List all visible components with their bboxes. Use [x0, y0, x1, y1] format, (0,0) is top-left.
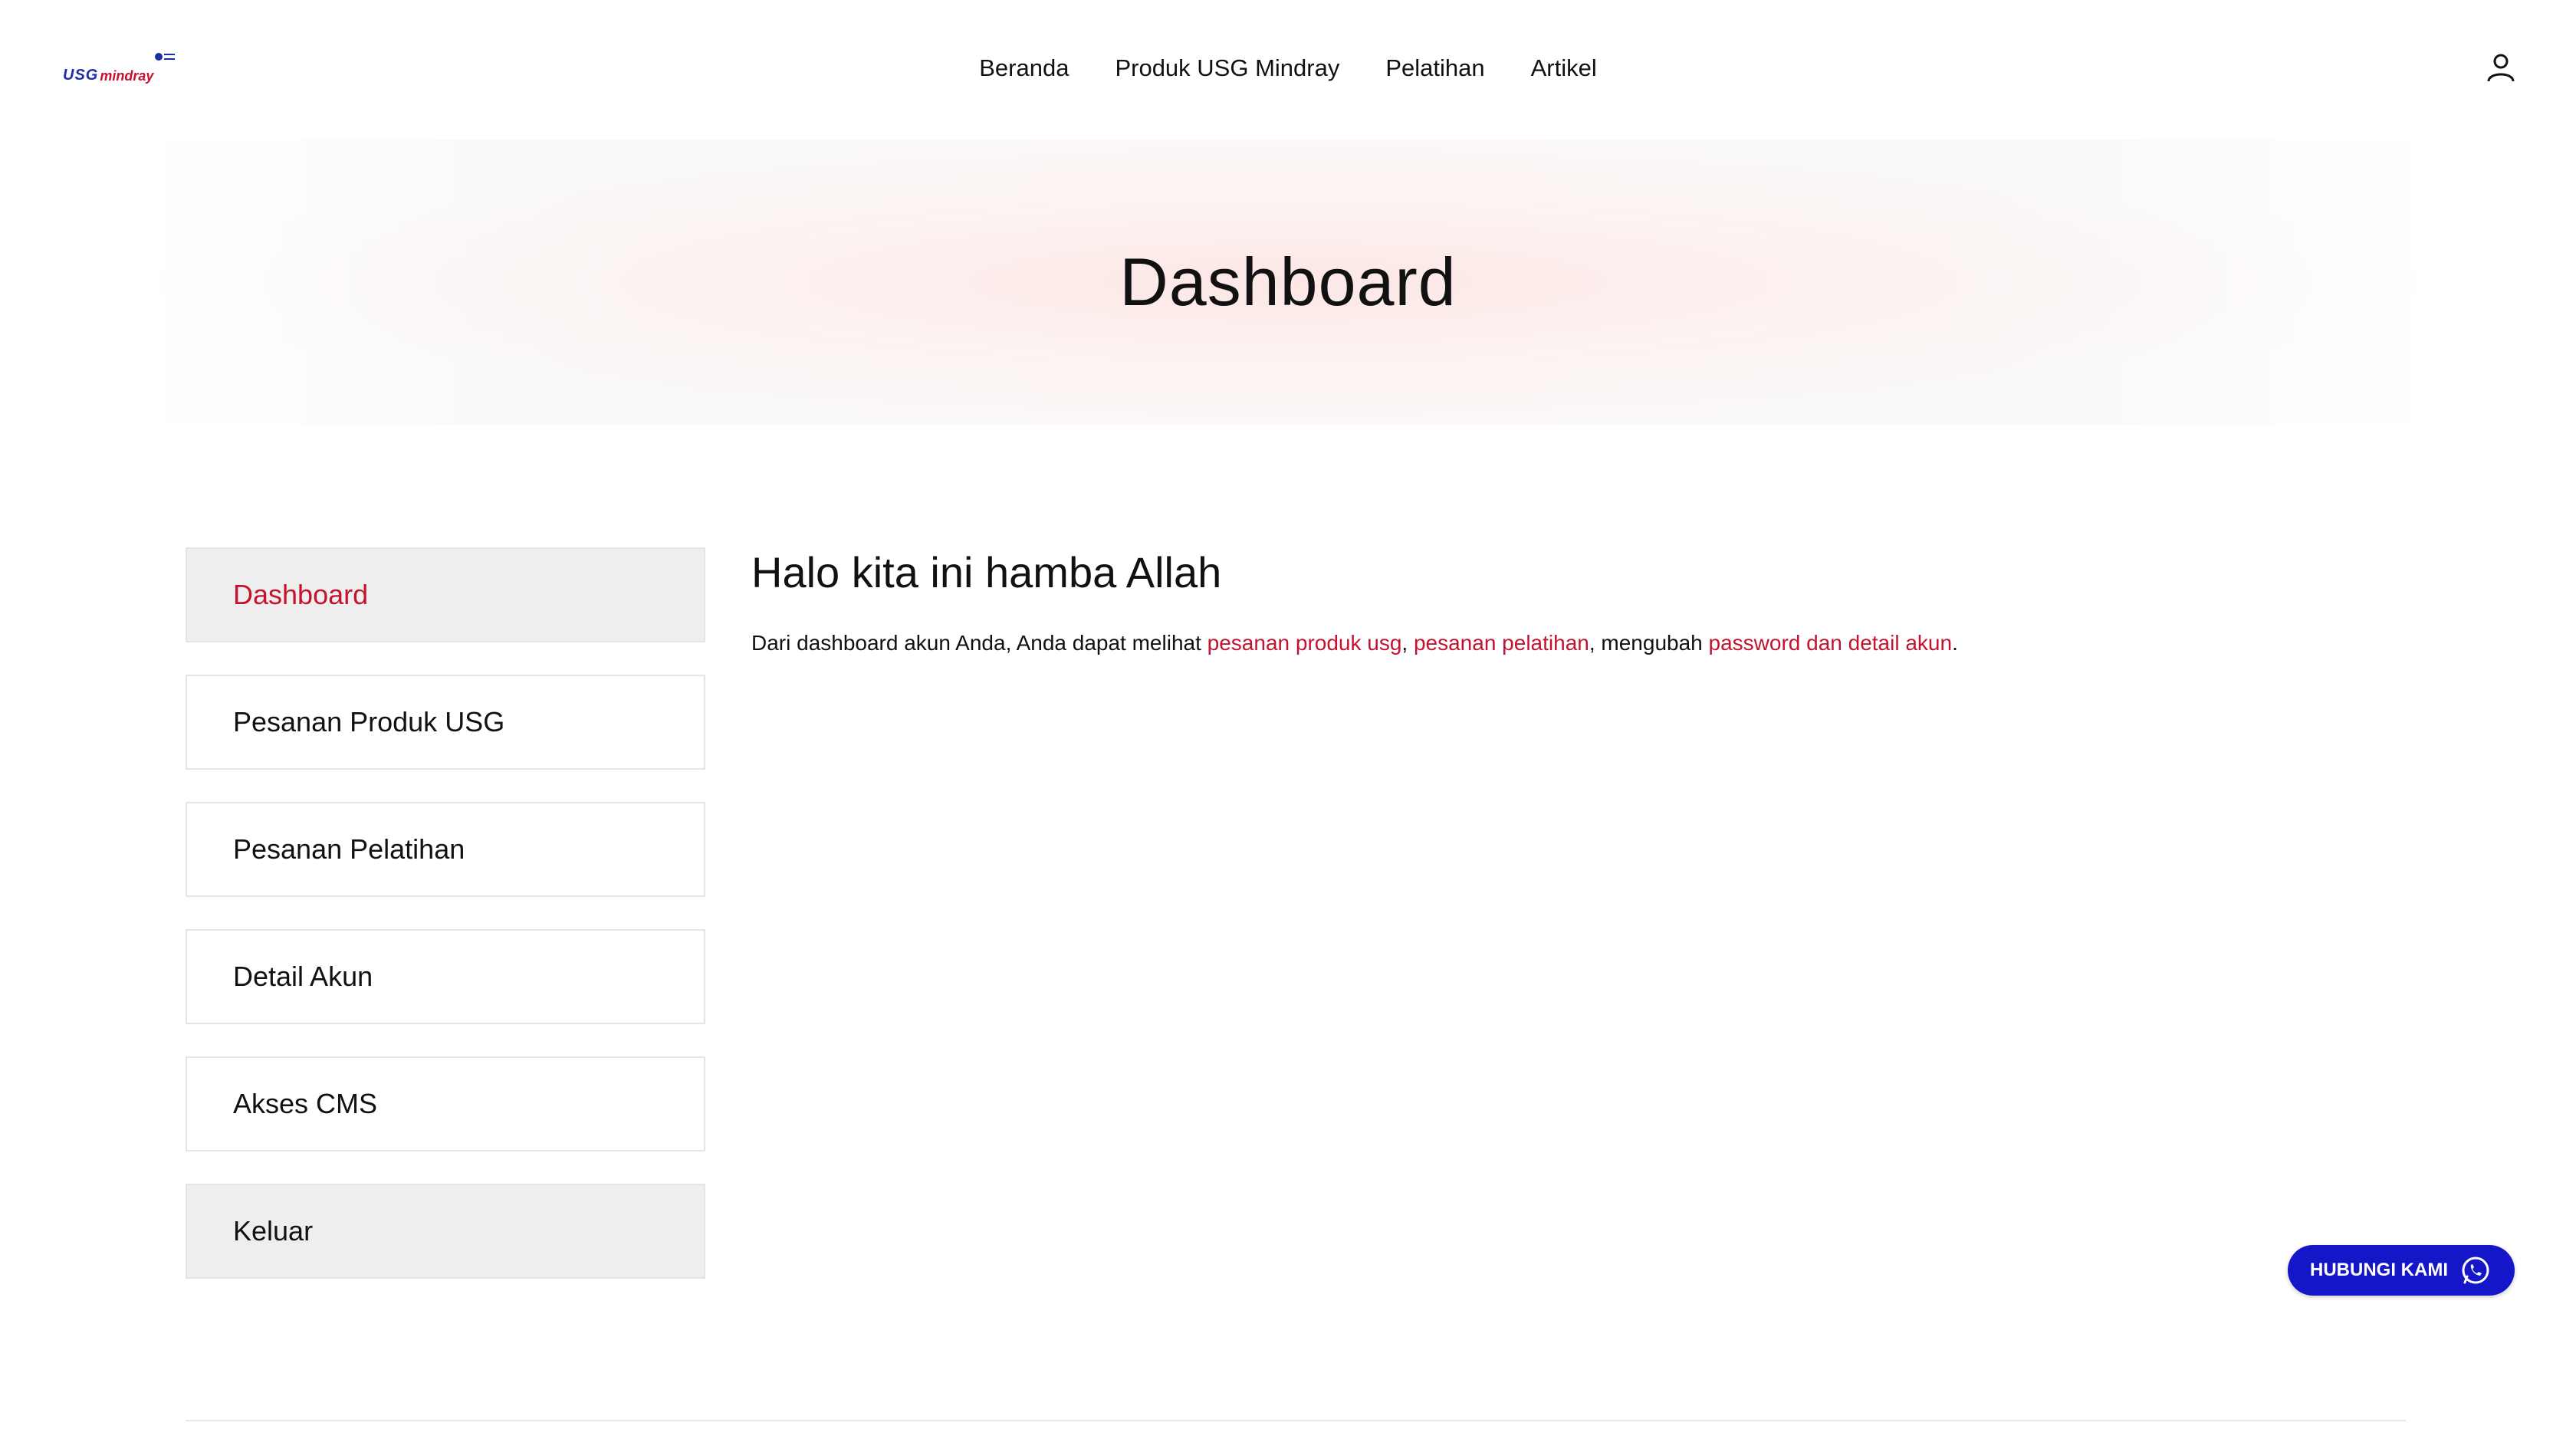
main-nav: Beranda Produk USG Mindray Pelatihan Art…	[0, 0, 2576, 136]
link-pesanan-pelatihan[interactable]: pesanan pelatihan	[1414, 631, 1589, 655]
intro-sep-2: , mengubah	[1589, 631, 1709, 655]
sidebar-item-akses-cms[interactable]: Akses CMS	[186, 1056, 705, 1151]
nav-item-beranda[interactable]: Beranda	[979, 54, 1069, 82]
whatsapp-button-label: HUBUNGI KAMI	[2310, 1260, 2448, 1280]
logo-usg-text: USG	[63, 67, 99, 84]
user-icon[interactable]	[2484, 51, 2518, 84]
nav-item-pelatihan[interactable]: Pelatihan	[1385, 54, 1484, 82]
sidebar-item-pesanan-produk-usg[interactable]: Pesanan Produk USG	[186, 675, 705, 770]
sidebar-item-dashboard[interactable]: Dashboard	[186, 547, 705, 642]
logo-badge-icon	[155, 52, 176, 61]
link-password-detail-akun[interactable]: password dan detail akun	[1709, 631, 1953, 655]
brand-logo[interactable]: USG mindray	[63, 51, 178, 84]
page-hero: Dashboard	[138, 140, 2438, 425]
logo-mindray-text: mindray	[100, 68, 154, 84]
whatsapp-icon	[2462, 1257, 2489, 1284]
page: USG mindray Beranda Produk USG Mindray P…	[0, 0, 2576, 1429]
whatsapp-contact-button[interactable]: HUBUNGI KAMI	[2288, 1245, 2515, 1296]
dashboard-content: Halo kita ini hamba Allah Dari dashboard…	[751, 547, 2438, 658]
footer-divider	[186, 1420, 2406, 1421]
sidebar-item-pesanan-pelatihan[interactable]: Pesanan Pelatihan	[186, 802, 705, 897]
intro-suffix: .	[1952, 631, 1958, 655]
intro-text: Dari dashboard akun Anda, Anda dapat mel…	[751, 631, 1208, 655]
nav-item-artikel[interactable]: Artikel	[1531, 54, 1597, 82]
link-pesanan-produk-usg[interactable]: pesanan produk usg	[1208, 631, 1402, 655]
sidebar-item-detail-akun[interactable]: Detail Akun	[186, 929, 705, 1024]
intro-sep-1: ,	[1401, 631, 1414, 655]
nav-item-produk-usg-mindray[interactable]: Produk USG Mindray	[1115, 54, 1339, 82]
greeting-heading: Halo kita ini hamba Allah	[751, 548, 1222, 596]
dashboard-intro: Dari dashboard akun Anda, Anda dapat mel…	[751, 628, 2438, 658]
sidebar-item-keluar[interactable]: Keluar	[186, 1184, 705, 1279]
page-title: Dashboard	[1119, 244, 1457, 320]
account-sidebar: Dashboard Pesanan Produk USG Pesanan Pel…	[186, 547, 705, 1279]
site-header: USG mindray Beranda Produk USG Mindray P…	[0, 0, 2576, 136]
